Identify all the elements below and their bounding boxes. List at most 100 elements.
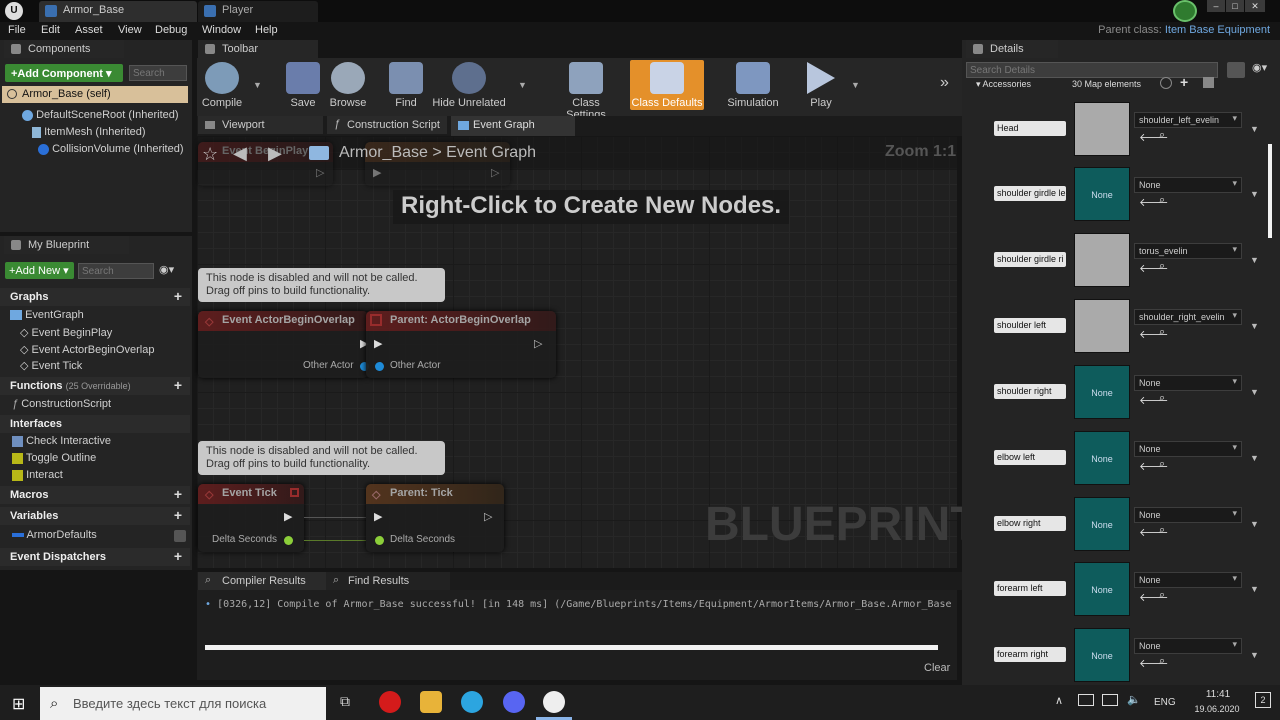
class-defaults-button[interactable]: Class Defaults — [630, 62, 704, 109]
component-collision-volume[interactable]: CollisionVolume (Inherited) — [38, 143, 184, 155]
clock-date[interactable]: 19.06.2020 — [1183, 704, 1251, 714]
details-scrollbar[interactable] — [1268, 144, 1272, 238]
task-view-icon[interactable]: ⧉ — [340, 693, 350, 710]
slot-asset-dropdown[interactable]: None — [1134, 375, 1242, 391]
node-event-actor-begin-overlap[interactable]: ◇ Event ActorBeginOverlap ▶ Other Actor — [198, 311, 369, 378]
battery-icon[interactable] — [1102, 694, 1118, 706]
browse-asset-icon[interactable]: ⌕ — [1159, 129, 1165, 142]
component-self-row[interactable]: Armor_Base (self) — [2, 86, 188, 103]
event-graph-item[interactable]: EventGraph — [10, 309, 84, 321]
menu-debug[interactable]: Debug — [155, 24, 187, 36]
functions-section-header[interactable]: Functions (25 Overridable) + — [0, 377, 190, 395]
node-event-tick[interactable]: ◇ Event Tick ▶ Delta Seconds — [198, 484, 304, 552]
slot-asset-dropdown[interactable]: None — [1134, 441, 1242, 457]
browse-asset-icon[interactable]: ⌕ — [1159, 392, 1165, 405]
network-icon[interactable] — [1078, 694, 1094, 706]
toolbar-overflow-icon[interactable]: » — [940, 74, 949, 92]
slot-options-chevron-icon[interactable]: ▼ — [1250, 387, 1259, 397]
exec-in-pin-icon[interactable]: ▶ — [374, 510, 382, 523]
taskbar-search-input[interactable]: ⌕ Введите здесь текст для поиска — [40, 687, 326, 720]
compile-options-chevron-icon[interactable]: ▼ — [253, 80, 262, 90]
tab-find-results[interactable]: ⌕ Find Results — [326, 572, 450, 590]
browse-asset-icon[interactable]: ⌕ — [1159, 458, 1165, 471]
add-macro-icon[interactable]: + — [174, 487, 182, 501]
slot-thumbnail[interactable] — [1074, 233, 1130, 287]
slot-options-chevron-icon[interactable]: ▼ — [1250, 519, 1259, 529]
parent-class-link[interactable]: Item Base Equipment — [1165, 24, 1270, 36]
close-button[interactable]: ✕ — [1245, 0, 1265, 12]
slot-thumbnail[interactable]: None — [1074, 497, 1130, 551]
language-indicator[interactable]: ENG — [1154, 697, 1176, 708]
slot-thumbnail[interactable]: None — [1074, 365, 1130, 419]
browse-asset-icon[interactable]: ⌕ — [1159, 194, 1165, 207]
interfaces-section-header[interactable]: Interfaces — [0, 415, 190, 433]
add-component-button[interactable]: +Add Component ▾ — [5, 64, 123, 82]
slot-options-chevron-icon[interactable]: ▼ — [1250, 189, 1259, 199]
log-scrollbar[interactable] — [205, 645, 938, 650]
reset-icon[interactable] — [1160, 77, 1172, 89]
log-line[interactable]: • [0326,12] Compile of Armor_Base succes… — [205, 599, 953, 610]
interface-check-interactive[interactable]: Check Interactive — [12, 435, 111, 447]
exec-out-pin-icon[interactable]: ▷ — [484, 510, 492, 523]
compile-button[interactable]: Compile — [192, 62, 252, 109]
variable-armor-defaults[interactable]: ArmorDefaults — [12, 529, 188, 545]
settings-gear-icon[interactable] — [1173, 0, 1197, 22]
clear-button[interactable]: Clear — [924, 662, 950, 674]
component-item-mesh[interactable]: ItemMesh (Inherited) — [32, 126, 146, 138]
tab-player[interactable]: Player — [198, 1, 318, 22]
menu-file[interactable]: File — [8, 24, 26, 36]
slot-options-chevron-icon[interactable]: ▼ — [1250, 124, 1259, 134]
menu-edit[interactable]: Edit — [41, 24, 60, 36]
tab-armor-base[interactable]: Armor_Base — [39, 1, 197, 22]
minimize-button[interactable]: – — [1207, 0, 1225, 12]
breadcrumb-root[interactable]: Armor_Base — [339, 144, 428, 161]
browse-asset-icon[interactable]: ⌕ — [1159, 655, 1165, 668]
visibility-eye-icon[interactable]: ◉▾ — [1252, 61, 1267, 74]
node-parent-tick[interactable]: ◇ Parent: Tick ▶ ▷ Delta Seconds — [366, 484, 504, 552]
accessories-row[interactable]: ▾ Accessories — [976, 79, 1031, 90]
slot-thumbnail[interactable]: None — [1074, 167, 1130, 221]
slot-asset-dropdown[interactable]: shoulder_right_evelin — [1134, 309, 1242, 325]
add-function-icon[interactable]: + — [174, 378, 182, 392]
tray-chevron-icon[interactable]: ∧ — [1055, 694, 1063, 707]
volume-icon[interactable]: 🔈 — [1127, 693, 1141, 706]
component-default-scene-root[interactable]: DefaultSceneRoot (Inherited) — [22, 109, 179, 121]
windows-start-icon[interactable]: ⊞ — [12, 694, 25, 714]
slot-options-chevron-icon[interactable]: ▼ — [1250, 584, 1259, 594]
tab-compiler-results[interactable]: ⌕ Compiler Results — [198, 572, 326, 590]
exec-in-pin-icon[interactable]: ▶ — [373, 166, 381, 179]
forward-arrow-icon[interactable]: ▶ — [268, 143, 282, 164]
discord-icon[interactable] — [503, 691, 525, 713]
tab-viewport[interactable]: Viewport — [198, 116, 323, 134]
hide-unrelated-button[interactable]: Hide Unrelated — [432, 62, 506, 109]
details-view-options-icon[interactable] — [1227, 62, 1245, 78]
maximize-button[interactable]: □ — [1226, 0, 1244, 12]
delete-icon[interactable] — [1203, 77, 1214, 88]
add-variable-icon[interactable]: + — [174, 508, 182, 522]
breadcrumb-leaf[interactable]: Event Graph — [446, 144, 536, 161]
variables-section-header[interactable]: Variables + — [0, 507, 190, 525]
float-pin-icon[interactable] — [375, 536, 384, 545]
float-pin-icon[interactable] — [284, 536, 293, 545]
slot-options-chevron-icon[interactable]: ▼ — [1250, 321, 1259, 331]
browse-asset-icon[interactable]: ⌕ — [1159, 589, 1165, 602]
slot-asset-dropdown[interactable]: None — [1134, 177, 1242, 193]
slot-asset-dropdown[interactable]: None — [1134, 572, 1242, 588]
tab-construction-script[interactable]: ƒ Construction Script — [327, 116, 447, 134]
browse-asset-icon[interactable]: ⌕ — [1159, 524, 1165, 537]
menu-window[interactable]: Window — [202, 24, 241, 36]
slot-asset-dropdown[interactable]: None — [1134, 507, 1242, 523]
menu-view[interactable]: View — [118, 24, 142, 36]
slot-thumbnail[interactable]: None — [1074, 562, 1130, 616]
exec-in-pin-icon[interactable]: ▶ — [374, 337, 382, 350]
back-arrow-icon[interactable]: ◀ — [233, 143, 247, 164]
play-button[interactable]: Play — [791, 62, 851, 109]
variable-visibility-icon[interactable] — [174, 530, 186, 542]
favorite-star-icon[interactable]: ☆ — [202, 144, 218, 165]
slot-thumbnail[interactable]: None — [1074, 431, 1130, 485]
simulation-button[interactable]: Simulation — [720, 62, 786, 109]
slot-options-chevron-icon[interactable]: ▼ — [1250, 650, 1259, 660]
slot-thumbnail[interactable] — [1074, 102, 1130, 156]
tab-event-graph[interactable]: Event Graph — [451, 116, 575, 136]
telegram-icon[interactable] — [461, 691, 483, 713]
